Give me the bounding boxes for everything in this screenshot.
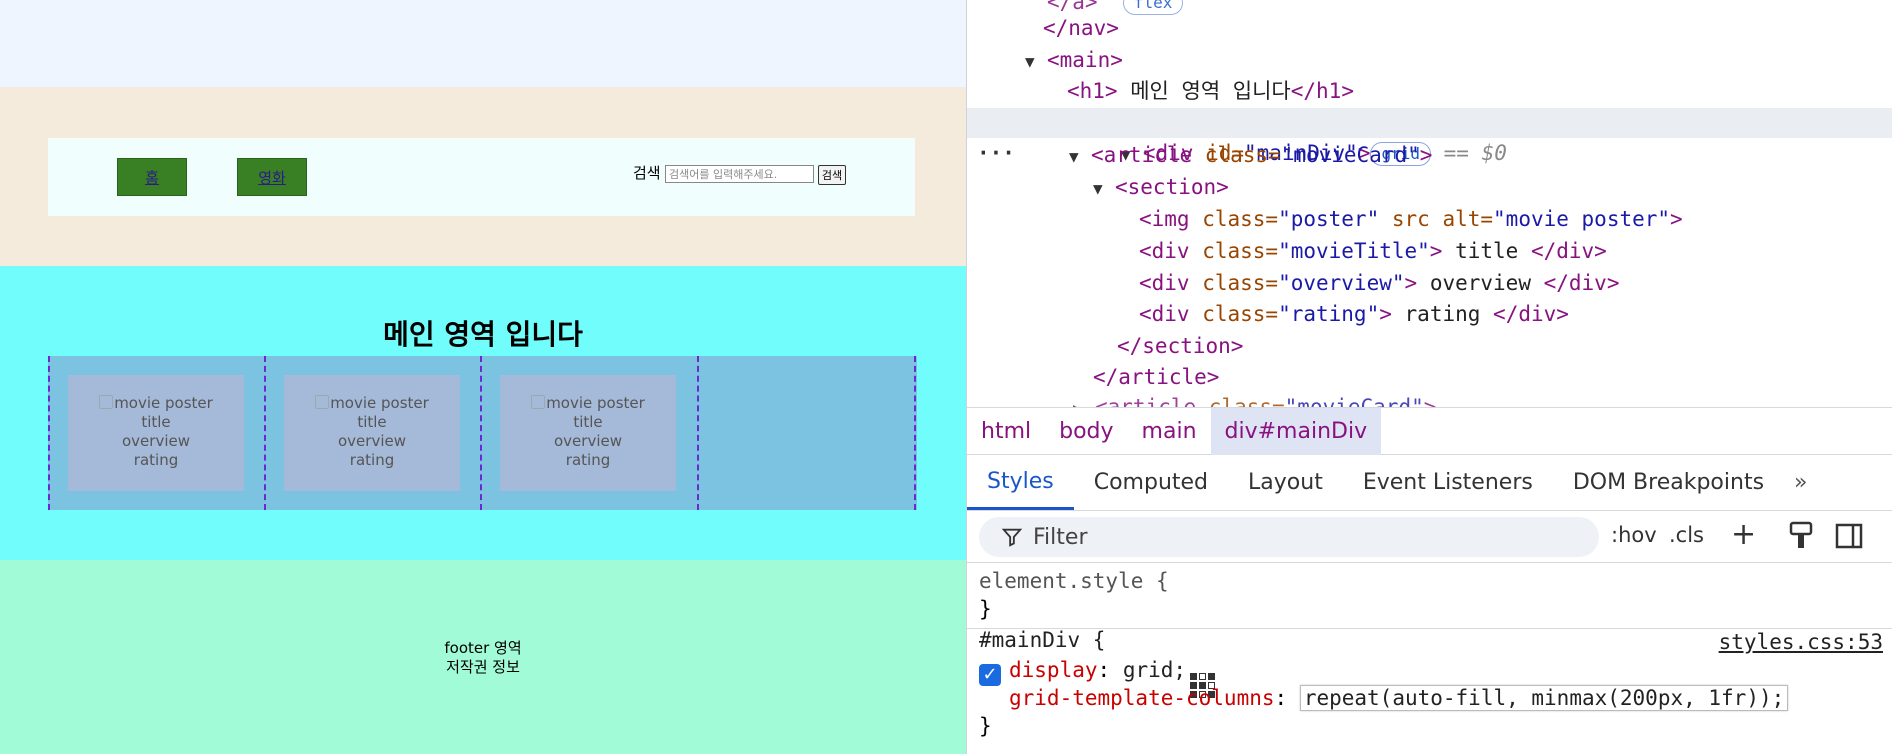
divider bbox=[967, 562, 1892, 563]
breadcrumb-body[interactable]: body bbox=[1045, 408, 1127, 455]
divider bbox=[967, 628, 1892, 629]
broken-image-icon bbox=[531, 395, 546, 409]
movie-poster: movie poster bbox=[68, 394, 244, 413]
movie-title: title bbox=[141, 413, 171, 431]
movie-overview: overview bbox=[554, 432, 622, 450]
filter-input[interactable]: Filter bbox=[979, 517, 1599, 557]
movie-card[interactable]: movie poster title overview rating bbox=[500, 375, 676, 491]
dom-node-section[interactable]: ▼ <section> bbox=[967, 172, 1892, 202]
styles-pane: element.style { } #mainDiv { styles.css:… bbox=[967, 562, 1892, 754]
expand-triangle-icon[interactable]: ▼ bbox=[1025, 47, 1047, 77]
page-footer: footer 영역 저작권 정보 bbox=[0, 560, 966, 754]
movie-rating: rating bbox=[349, 451, 395, 469]
poster-alt-text: movie poster bbox=[546, 394, 645, 412]
devtools-panel: </a> flex </nav> ▼ <main> <h1> 메인 영역 입니다<… bbox=[966, 0, 1892, 754]
dom-node-mainDiv[interactable]: ··· ▼ <div id="mainDiv"> grid == $0 bbox=[967, 108, 1892, 166]
dom-node-section-close[interactable]: </section> bbox=[967, 331, 1892, 361]
broken-image-icon bbox=[99, 395, 114, 409]
nav-link-movies[interactable]: 영화 bbox=[237, 158, 307, 196]
cls-toggle[interactable]: .cls bbox=[1669, 523, 1704, 547]
tab-layout[interactable]: Layout bbox=[1228, 455, 1343, 510]
grid-line bbox=[48, 356, 50, 510]
search-label: 검색 bbox=[633, 164, 661, 182]
dom-node-h1[interactable]: <h1> 메인 영역 입니다</h1> bbox=[967, 76, 1892, 106]
elements-tree: </a> flex </nav> ▼ <main> <h1> 메인 영역 입니다<… bbox=[967, 0, 1892, 407]
filter-placeholder: Filter bbox=[1033, 524, 1088, 550]
page-nav: 홈 영화 검색 검색 bbox=[48, 138, 915, 216]
movie-poster: movie poster bbox=[284, 394, 460, 413]
dom-node-movieTitle[interactable]: <div class="movieTitle"> title </div> bbox=[967, 236, 1892, 266]
dom-node-main[interactable]: ▼ <main> bbox=[967, 45, 1892, 75]
rule-close-brace: } bbox=[979, 714, 992, 738]
dom-node-nav-close[interactable]: </nav> bbox=[967, 13, 1892, 43]
declaration-grid-template[interactable]: grid-template-columns: repeat(auto-fill,… bbox=[1009, 684, 1789, 712]
poster-alt-text: movie poster bbox=[330, 394, 429, 412]
page-header: 홈 영화 검색 검색 bbox=[0, 87, 966, 266]
movie-rating: rating bbox=[133, 451, 179, 469]
broken-image-icon bbox=[315, 395, 330, 409]
dom-node-overview[interactable]: <div class="overview"> overview </div> bbox=[967, 268, 1892, 298]
dom-node-article[interactable]: ▼ <article class="movieCard"> bbox=[967, 140, 1892, 170]
nav-link-home[interactable]: 홈 bbox=[117, 158, 187, 196]
tab-computed[interactable]: Computed bbox=[1074, 455, 1228, 510]
movie-title: title bbox=[357, 413, 387, 431]
movie-overview: overview bbox=[338, 432, 406, 450]
filter-icon bbox=[1001, 528, 1023, 547]
search-input[interactable] bbox=[665, 165, 814, 183]
breadcrumb-mainDiv[interactable]: div#mainDiv bbox=[1210, 407, 1382, 455]
expand-triangle-icon[interactable]: ▼ bbox=[1069, 142, 1091, 172]
footer-copyright: 저작권 정보 bbox=[446, 658, 520, 676]
page-preview: 홈 영화 검색 검색 메인 영역 입니다 movie poster title … bbox=[0, 0, 966, 754]
hov-toggle[interactable]: :hov bbox=[1611, 523, 1657, 547]
breadcrumb-main[interactable]: main bbox=[1128, 408, 1211, 455]
movie-title: title bbox=[573, 413, 603, 431]
movie-card[interactable]: movie poster title overview rating bbox=[284, 375, 460, 491]
declaration-display[interactable]: ✓ display: grid; bbox=[979, 656, 1216, 698]
toggle-sidebar-icon[interactable] bbox=[1835, 523, 1863, 549]
grid-line bbox=[914, 356, 916, 510]
dom-node-img[interactable]: <img class="poster" src alt="movie poste… bbox=[967, 204, 1892, 234]
paint-brush-icon[interactable] bbox=[1787, 521, 1815, 551]
page-top-area bbox=[0, 0, 966, 87]
add-rule-icon[interactable]: + bbox=[1731, 517, 1756, 552]
movie-overview: overview bbox=[122, 432, 190, 450]
styles-toolbar: Filter :hov .cls + bbox=[967, 511, 1892, 562]
poster-alt-text: movie poster bbox=[114, 394, 213, 412]
breadcrumb-html[interactable]: html bbox=[967, 408, 1045, 455]
movie-card[interactable]: movie poster title overview rating bbox=[68, 375, 244, 491]
rule-selector[interactable]: #mainDiv { bbox=[979, 626, 1105, 654]
movie-poster: movie poster bbox=[500, 394, 676, 413]
movie-rating: rating bbox=[565, 451, 611, 469]
movie-grid: movie poster title overview rating movie… bbox=[48, 356, 917, 510]
grid-line bbox=[480, 356, 482, 510]
rule-close-brace: } bbox=[979, 597, 992, 621]
sidebar-tabs: Styles Computed Layout Event Listeners D… bbox=[967, 455, 1892, 511]
tab-dom-breakpoints[interactable]: DOM Breakpoints bbox=[1553, 455, 1784, 510]
tab-styles[interactable]: Styles bbox=[967, 455, 1074, 510]
more-tabs-icon[interactable]: » bbox=[1784, 470, 1817, 495]
tab-event-listeners[interactable]: Event Listeners bbox=[1343, 455, 1553, 510]
element-style-rule[interactable]: element.style { bbox=[979, 567, 1169, 595]
expand-triangle-icon[interactable]: ▼ bbox=[1093, 174, 1115, 204]
dom-node-rating[interactable]: <div class="rating"> rating </div> bbox=[967, 299, 1892, 329]
breadcrumb: html body main div#mainDiv bbox=[967, 407, 1892, 455]
grid-line bbox=[264, 356, 266, 510]
main-heading: 메인 영역 입니다 bbox=[383, 318, 583, 351]
value-editor[interactable]: repeat(auto-fill, minmax(200px, 1fr)); bbox=[1299, 685, 1789, 711]
declaration-checkbox[interactable]: ✓ bbox=[979, 664, 1001, 686]
dom-node-partial[interactable]: ▶<article class="movieCard"> bbox=[967, 392, 1892, 407]
grid-line bbox=[697, 356, 699, 510]
search-button[interactable]: 검색 bbox=[818, 165, 846, 185]
rule-source-link[interactable]: styles.css:53 bbox=[1719, 630, 1883, 654]
footer-line: footer 영역 bbox=[444, 639, 522, 657]
dom-node-article-close[interactable]: </article> bbox=[967, 362, 1892, 392]
footer-text: footer 영역 저작권 정보 bbox=[0, 639, 966, 677]
page-main: 메인 영역 입니다 movie poster title overview ra… bbox=[0, 266, 966, 560]
